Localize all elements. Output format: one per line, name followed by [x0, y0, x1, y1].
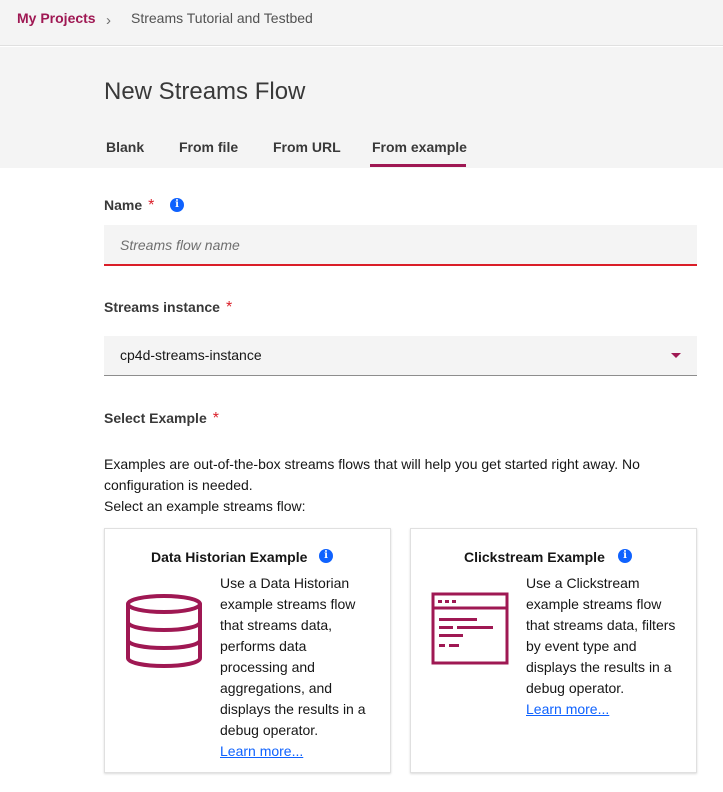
card-data-historian[interactable]: Data Historian Example i Use a Data Hist…: [104, 528, 391, 773]
card-clickstream[interactable]: Clickstream Example i Use a Clickstream …: [410, 528, 697, 773]
tab-from-file[interactable]: From file: [179, 139, 238, 155]
instance-label-text: Streams instance: [104, 299, 220, 315]
card-description: Use a Data Historian example streams flo…: [220, 573, 376, 762]
tab-from-example[interactable]: From example: [372, 139, 467, 155]
tab-blank[interactable]: Blank: [106, 139, 144, 155]
instance-select-value: cp4d-streams-instance: [120, 347, 262, 363]
card-description: Use a Clickstream example streams flow t…: [526, 573, 682, 720]
database-icon: [126, 594, 202, 669]
learn-more-link[interactable]: Learn more...: [526, 699, 682, 720]
chevron-right-icon: ›: [106, 12, 111, 29]
name-label-text: Name: [104, 197, 143, 213]
page-header: New Streams Flow Blank From file From UR…: [0, 47, 723, 168]
name-input[interactable]: [104, 225, 697, 266]
name-label: Name *: [104, 197, 154, 215]
breadcrumb-my-projects[interactable]: My Projects: [17, 10, 96, 26]
required-mark: *: [148, 197, 155, 214]
instance-label: Streams instance *: [104, 299, 232, 317]
card-description-text: Use a Data Historian example streams flo…: [220, 575, 366, 738]
example-prompt: Select an example streams flow:: [104, 498, 306, 514]
card-title: Data Historian Example: [151, 549, 308, 565]
info-icon[interactable]: i: [170, 198, 184, 212]
example-label-text: Select Example: [104, 410, 207, 426]
instance-select[interactable]: cp4d-streams-instance: [104, 336, 697, 376]
browser-window-icon: [431, 592, 509, 665]
card-title: Clickstream Example: [464, 549, 605, 565]
tab-from-url[interactable]: From URL: [273, 139, 341, 155]
example-label: Select Example *: [104, 410, 219, 428]
example-description: Examples are out-of-the-box streams flow…: [104, 456, 640, 493]
page-title: New Streams Flow: [104, 78, 306, 105]
top-bar: My Projects › Streams Tutorial and Testb…: [0, 0, 723, 46]
caret-down-icon: [671, 353, 681, 358]
required-mark: *: [212, 410, 219, 427]
required-mark: *: [225, 299, 233, 316]
info-icon[interactable]: i: [319, 549, 333, 563]
tab-selected-indicator: [370, 164, 466, 167]
info-icon[interactable]: i: [618, 549, 632, 563]
card-description-text: Use a Clickstream example streams flow t…: [526, 575, 676, 696]
learn-more-link[interactable]: Learn more...: [220, 741, 376, 762]
breadcrumb-current: Streams Tutorial and Testbed: [131, 10, 313, 26]
